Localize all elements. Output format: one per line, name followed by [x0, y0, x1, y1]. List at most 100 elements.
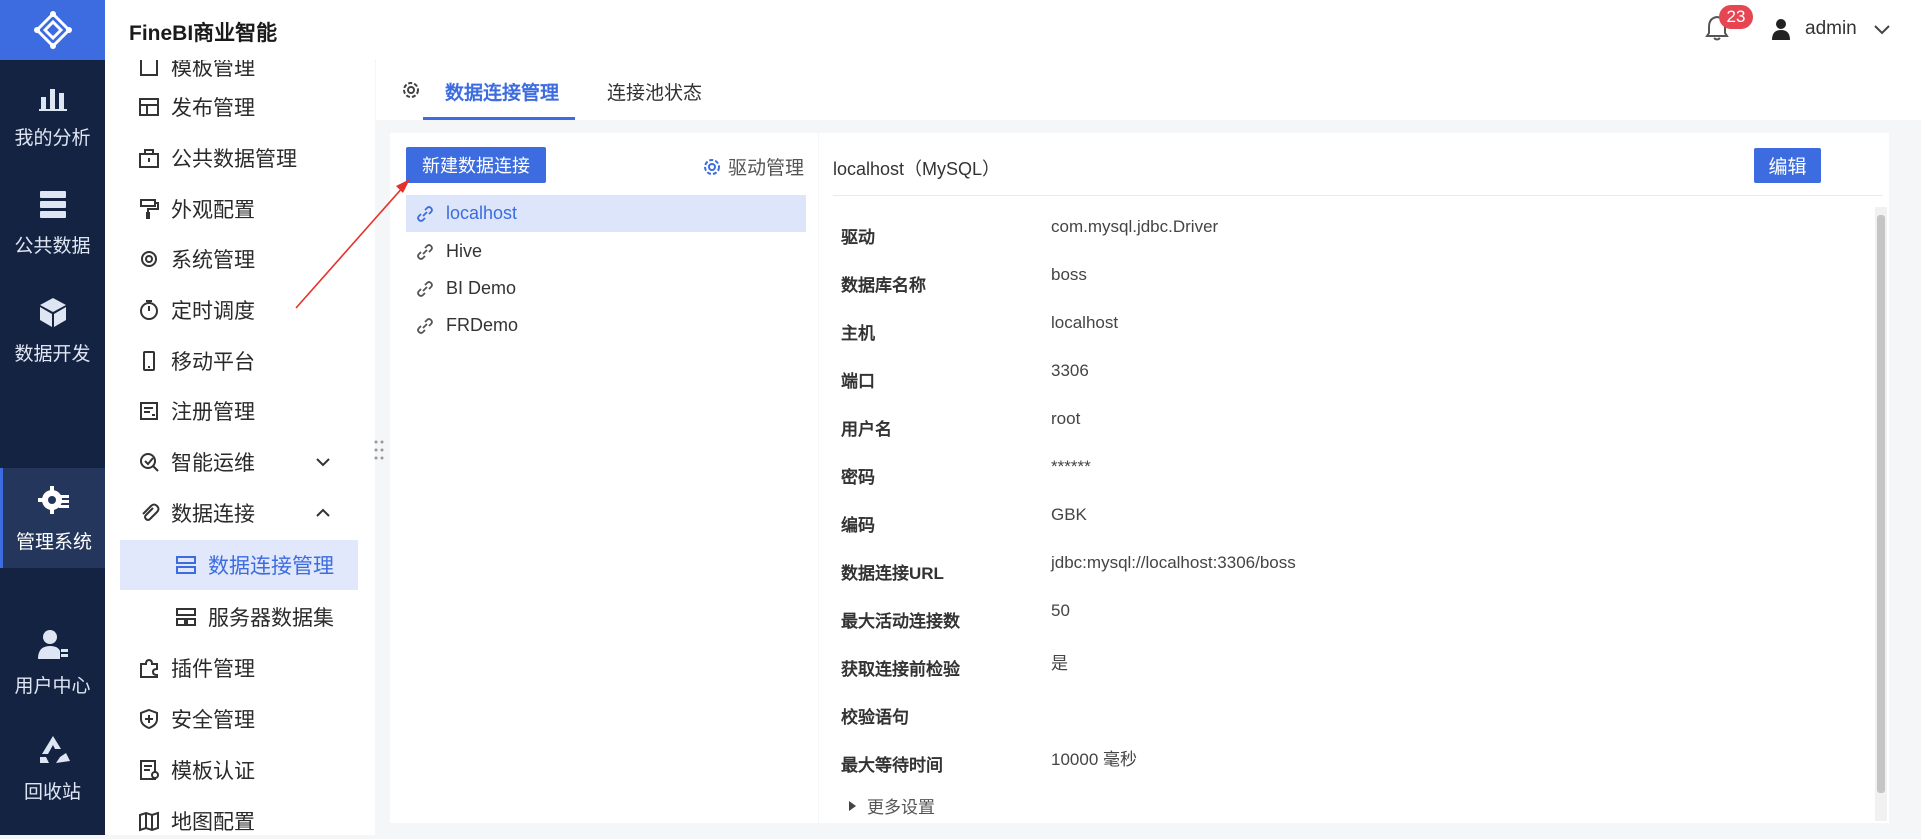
sidebar-item-label: 安全管理: [171, 709, 255, 732]
app-title: FineBI商业智能: [129, 22, 278, 45]
detail-row-port: 端口 3306: [841, 361, 1841, 391]
user-avatar-icon[interactable]: [1771, 18, 1791, 40]
logo-icon: [33, 11, 72, 49]
cube-icon: [39, 297, 66, 327]
chevron-down-icon[interactable]: [313, 452, 333, 472]
rail-item-my-analysis[interactable]: 我的分析: [0, 64, 105, 164]
detail-value: com.mysql.jdbc.Driver: [1051, 217, 1219, 236]
detail-value: 3306: [1051, 361, 1089, 380]
main-nav-rail: 我的分析 公共数据 数据开发 管理系统 用户中心 回收站: [0, 0, 105, 835]
detail-value: 50: [1051, 601, 1070, 620]
active-tab-indicator: [423, 117, 575, 120]
sidebar-item-mobile[interactable]: 移动平台: [105, 336, 375, 386]
detail-scrollbar[interactable]: [1875, 207, 1887, 821]
user-icon: [37, 629, 68, 659]
register-icon: [140, 402, 158, 420]
rail-label: 公共数据: [14, 235, 91, 257]
connection-list-panel: 新建数据连接 驱动管理 localhost Hive BI Demo FRDem…: [390, 133, 818, 823]
connection-label: BI Demo: [446, 278, 517, 298]
sidebar-item-template-cert[interactable]: 模板认证: [105, 745, 375, 795]
sidebar-item-plugins[interactable]: 插件管理: [105, 643, 375, 693]
connection-label: FRDemo: [446, 315, 519, 335]
sidebar-item-security[interactable]: 安全管理: [105, 694, 375, 744]
driver-management-label: 驱动管理: [728, 158, 805, 179]
rail-item-recycle-bin[interactable]: 回收站: [0, 718, 105, 818]
sidebar-item-label: 外观配置: [171, 199, 255, 222]
connection-detail-title: localhost（MySQL）: [833, 159, 1001, 179]
sidebar-item-data-connection[interactable]: 数据连接: [105, 488, 375, 538]
sidebar-item-map-config[interactable]: 地图配置: [105, 796, 375, 835]
sidebar-item-label: 数据连接管理: [208, 555, 334, 578]
rail-item-management[interactable]: 管理系统: [0, 468, 105, 568]
scrollbar-thumb[interactable]: [1877, 215, 1885, 793]
connection-item-hive[interactable]: Hive: [406, 233, 806, 270]
link-icon: [417, 243, 433, 260]
chevron-up-icon[interactable]: [313, 503, 333, 523]
link-icon: [417, 280, 433, 297]
detail-row-host: 主机 localhost: [841, 313, 1841, 343]
rail-item-user-center[interactable]: 用户中心: [0, 612, 105, 712]
rail-item-public-data[interactable]: 公共数据: [0, 172, 105, 272]
detail-row-username: 用户名 root: [841, 409, 1841, 439]
sidebar-item-system[interactable]: 系统管理: [105, 234, 375, 284]
sidebar-item-data-connection-mgmt[interactable]: 数据连接管理: [120, 540, 358, 590]
sidebar-item-label: 定时调度: [171, 300, 255, 323]
detail-key: 端口: [841, 372, 875, 391]
chevron-down-icon[interactable]: [1873, 20, 1891, 38]
sidebar-item-server-dataset[interactable]: 服务器数据集: [105, 592, 375, 642]
detail-value: 10000 毫秒: [1051, 750, 1137, 769]
detail-key: 密码: [841, 468, 875, 487]
sidebar-item-registration[interactable]: 注册管理: [105, 386, 375, 436]
driver-management-link[interactable]: 驱动管理: [702, 153, 804, 180]
paint-roller-icon: [140, 199, 159, 219]
tab-data-connection-mgmt[interactable]: 数据连接管理: [445, 78, 559, 105]
sidebar-item-schedule[interactable]: 定时调度: [105, 285, 375, 335]
briefcase-icon: [139, 149, 159, 168]
rail-label: 回收站: [23, 781, 81, 803]
sidebar-item-public-data[interactable]: 公共数据管理: [105, 133, 375, 183]
tab-pool-status[interactable]: 连接池状态: [607, 78, 702, 105]
connection-item-localhost[interactable]: localhost: [406, 195, 806, 232]
detail-key: 用户名: [841, 420, 892, 439]
detail-row-database: 数据库名称 boss: [841, 265, 1841, 295]
rail-item-data-dev[interactable]: 数据开发: [0, 280, 105, 380]
ops-icon: [140, 453, 159, 472]
sidebar-item-publish[interactable]: 发布管理: [105, 82, 375, 132]
tab-bar: 数据连接管理 连接池状态: [376, 60, 1921, 120]
detail-row-url: 数据连接URL jdbc:mysql://localhost:3306/boss: [841, 553, 1841, 583]
detail-value: ******: [1051, 457, 1091, 476]
detail-key: 数据连接URL: [841, 564, 944, 583]
more-settings-label: 更多设置: [867, 798, 935, 817]
mobile-phone-icon: [143, 351, 155, 371]
sidebar-item-label: 系统管理: [171, 249, 255, 272]
detail-key: 获取连接前检验: [841, 660, 960, 679]
sidebar-item-smart-ops[interactable]: 智能运维: [105, 437, 375, 487]
connection-label: localhost: [446, 203, 518, 223]
detail-row-driver: 驱动 com.mysql.jdbc.Driver: [841, 217, 1841, 247]
connection-item-bi-demo[interactable]: BI Demo: [406, 270, 806, 307]
more-settings-toggle[interactable]: 更多设置: [847, 793, 935, 818]
sidebar-item-label: 公共数据管理: [171, 148, 297, 171]
new-connection-button[interactable]: 新建数据连接: [406, 147, 546, 183]
rail-label: 管理系统: [15, 531, 92, 553]
sidebar-item-label: 注册管理: [171, 401, 255, 424]
app-logo[interactable]: [0, 0, 105, 60]
settings-gear-icon: [403, 82, 419, 98]
connection-mgmt-icon: [176, 556, 196, 574]
connection-detail-panel: localhost（MySQL） 编辑 驱动 com.mysql.jdbc.Dr…: [819, 133, 1889, 823]
server-dataset-icon: [176, 608, 196, 626]
detail-row-max-active: 最大活动连接数 50: [841, 601, 1841, 631]
gear-icon: [38, 485, 69, 514]
edit-button[interactable]: 编辑: [1754, 148, 1821, 183]
sidebar-item-appearance[interactable]: 外观配置: [105, 184, 375, 234]
username[interactable]: admin: [1805, 18, 1857, 40]
detail-value: localhost: [1051, 313, 1119, 332]
sidebar-item-label: 模板认证: [171, 760, 255, 783]
rail-label: 用户中心: [14, 675, 91, 697]
detail-key: 最大等待时间: [841, 756, 943, 775]
publish-icon: [139, 98, 159, 116]
resize-handle-icon[interactable]: [372, 438, 386, 462]
puzzle-icon: [140, 658, 158, 678]
detail-row-validate: 获取连接前检验 是: [841, 649, 1841, 679]
connection-item-frdemo[interactable]: FRDemo: [406, 307, 806, 344]
